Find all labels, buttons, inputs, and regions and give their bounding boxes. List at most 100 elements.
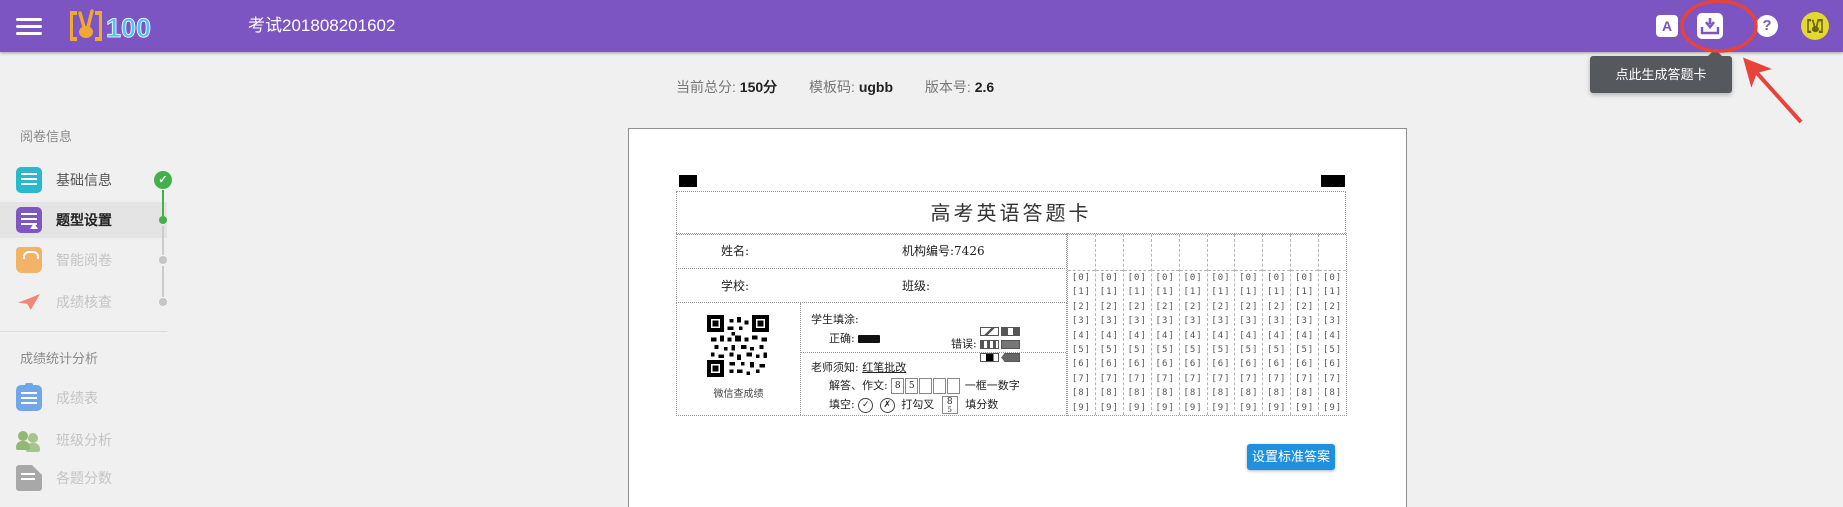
sidebar-item-smart-grading[interactable]: 智能阅卷 [0,242,167,278]
digit-bubble: [5] [1096,343,1123,357]
qr-code [707,315,769,377]
digit-write-cell [1180,234,1207,271]
digit-bubble: [6] [1208,357,1235,371]
sidebar-item-label: 成绩核查 [56,284,112,320]
digit-bubble: [8] [1124,386,1151,400]
version-label: 版本号: [925,79,971,95]
help-icon[interactable]: ? [1756,15,1778,37]
digit-bubble: [9] [1319,401,1346,415]
score-hint: 填分数 [965,398,998,411]
teacher-label: 老师须知: [811,361,859,374]
digit-bubble: [1] [1263,285,1290,299]
digit-bubble: [8] [1068,386,1095,400]
digit-column: [0][1][2][3][4][5][6][7][8][9] [1262,234,1290,415]
correct-fill-example-icon [858,335,880,343]
digit-bubble: [8] [1096,386,1123,400]
score-example-box: 8 5 [942,396,958,414]
digit-bubble: [2] [1263,300,1290,314]
digit-bubble: [6] [1124,357,1151,371]
step-pending-dot [159,256,167,264]
hamburger-menu-icon[interactable] [16,14,44,38]
wrong-examples: 错误: [951,325,1042,364]
sidebar-divider [0,331,167,332]
essay-label: 解答、作文: [829,379,888,392]
digit-column: [0][1][2][3][4][5][6][7][8][9] [1234,234,1262,415]
exam-title: 考试201808201602 [248,0,395,52]
digit-bubble: [4] [1263,329,1290,343]
sidebar-item-basic-info[interactable]: 基础信息 [0,162,167,198]
sidebar-item-class-analysis[interactable]: 班级分析 [0,422,167,458]
instruction-row: 微信查成绩 学生填涂: 正确: 错误: [676,302,1067,416]
essay-score-box [947,378,960,394]
digit-bubble: [7] [1263,372,1290,386]
digit-bubble: [8] [1291,386,1318,400]
digit-bubble: [1] [1152,285,1179,299]
digit-bubble: [6] [1096,357,1123,371]
digit-bubble: [1] [1235,285,1262,299]
red-arrow-annotation [1747,62,1801,122]
qr-cell: 微信查成绩 [677,303,801,415]
font-a-icon[interactable]: A [1656,15,1678,37]
digit-bubble: [2] [1096,300,1123,314]
download-arrow-glyph [1697,13,1723,39]
wrong-fill-example-icon [980,353,999,362]
sidebar-item-label: 基础信息 [56,162,112,198]
wrong-fill-example-icon [980,327,999,336]
digit-bubble: [0] [1124,271,1151,285]
blank-label: 填空: [829,398,855,411]
sheet-title: 高考英语答题卡 [677,192,1345,234]
digit-bubble: [0] [1068,271,1095,285]
sidebar-item-score-table[interactable]: 成绩表 [0,380,167,416]
sidebar-item-score-check[interactable]: 成绩核查 [0,284,167,320]
digit-bubble: [7] [1291,372,1318,386]
sidebar: 阅卷信息 基础信息 题型设置 智能阅卷 成绩核查 ✓ 成绩统计分析 成绩表 [0,52,167,507]
wrong-fill-example-icon [980,340,999,349]
school-row: 学校: 班级: [676,268,1067,303]
digit-bubble: [8] [1180,386,1207,400]
digit-bubble: [2] [1124,300,1151,314]
digit-column: [0][1][2][3][4][5][6][7][8][9] [1068,234,1095,415]
school-label: 学校: [721,269,749,303]
digit-bubble: [1] [1319,285,1346,299]
essay-hint: 一框一数字 [965,379,1020,392]
digit-column: [0][1][2][3][4][5][6][7][8][9] [1151,234,1179,415]
digit-bubble: [0] [1235,271,1262,285]
digit-bubble: [0] [1319,271,1346,285]
total-score-label: 当前总分: [676,79,736,95]
paper-plane-icon [16,289,42,315]
digit-write-cell [1124,234,1151,271]
sidebar-item-question-type-setting[interactable]: 题型设置 [0,202,167,238]
generate-answer-card-download-icon[interactable] [1697,13,1723,39]
user-avatar[interactable] [1801,12,1829,40]
generate-card-tooltip: 点此生成答题卡 [1590,56,1732,93]
digit-bubble: [6] [1291,357,1318,371]
digit-bubble: [3] [1263,314,1290,328]
section-header-score-statistics: 成绩统计分析 [20,348,98,367]
digit-bubble: [2] [1235,300,1262,314]
sidebar-item-label: 成绩表 [56,380,98,416]
digit-bubble: [5] [1291,343,1318,357]
timeline-segment [162,266,164,297]
digit-bubble: [9] [1235,401,1262,415]
sidebar-item-question-scores[interactable]: 各题分数 [0,460,167,496]
digit-bubble: [6] [1180,357,1207,371]
sheet-title-box: 高考英语答题卡 [676,191,1346,235]
top-bar: 100 考试201808201602 A ? [0,0,1843,52]
digit-bubble: [7] [1152,372,1179,386]
digit-bubble: [2] [1319,300,1346,314]
template-code-label: 模板码: [809,79,855,95]
digit-bubble: [5] [1319,343,1346,357]
score-sub: 5 [943,406,957,414]
digit-bubble: [4] [1124,329,1151,343]
teacher-note: 老师须知: 红笔批改 [811,359,906,375]
digit-bubble: [4] [1208,329,1235,343]
digit-column: [0][1][2][3][4][5][6][7][8][9] [1207,234,1235,415]
digit-column: [0][1][2][3][4][5][6][7][8][9] [1290,234,1318,415]
digit-bubble: [2] [1068,300,1095,314]
wrong-fill-example-icon [1001,327,1020,336]
digit-bubble: [9] [1124,401,1151,415]
digit-bubble: [0] [1263,271,1290,285]
template-code-value: ugbb [859,79,893,95]
set-standard-answers-button[interactable]: 设置标准答案 [1247,444,1335,470]
red-pen-note: 红笔批改 [862,361,906,374]
